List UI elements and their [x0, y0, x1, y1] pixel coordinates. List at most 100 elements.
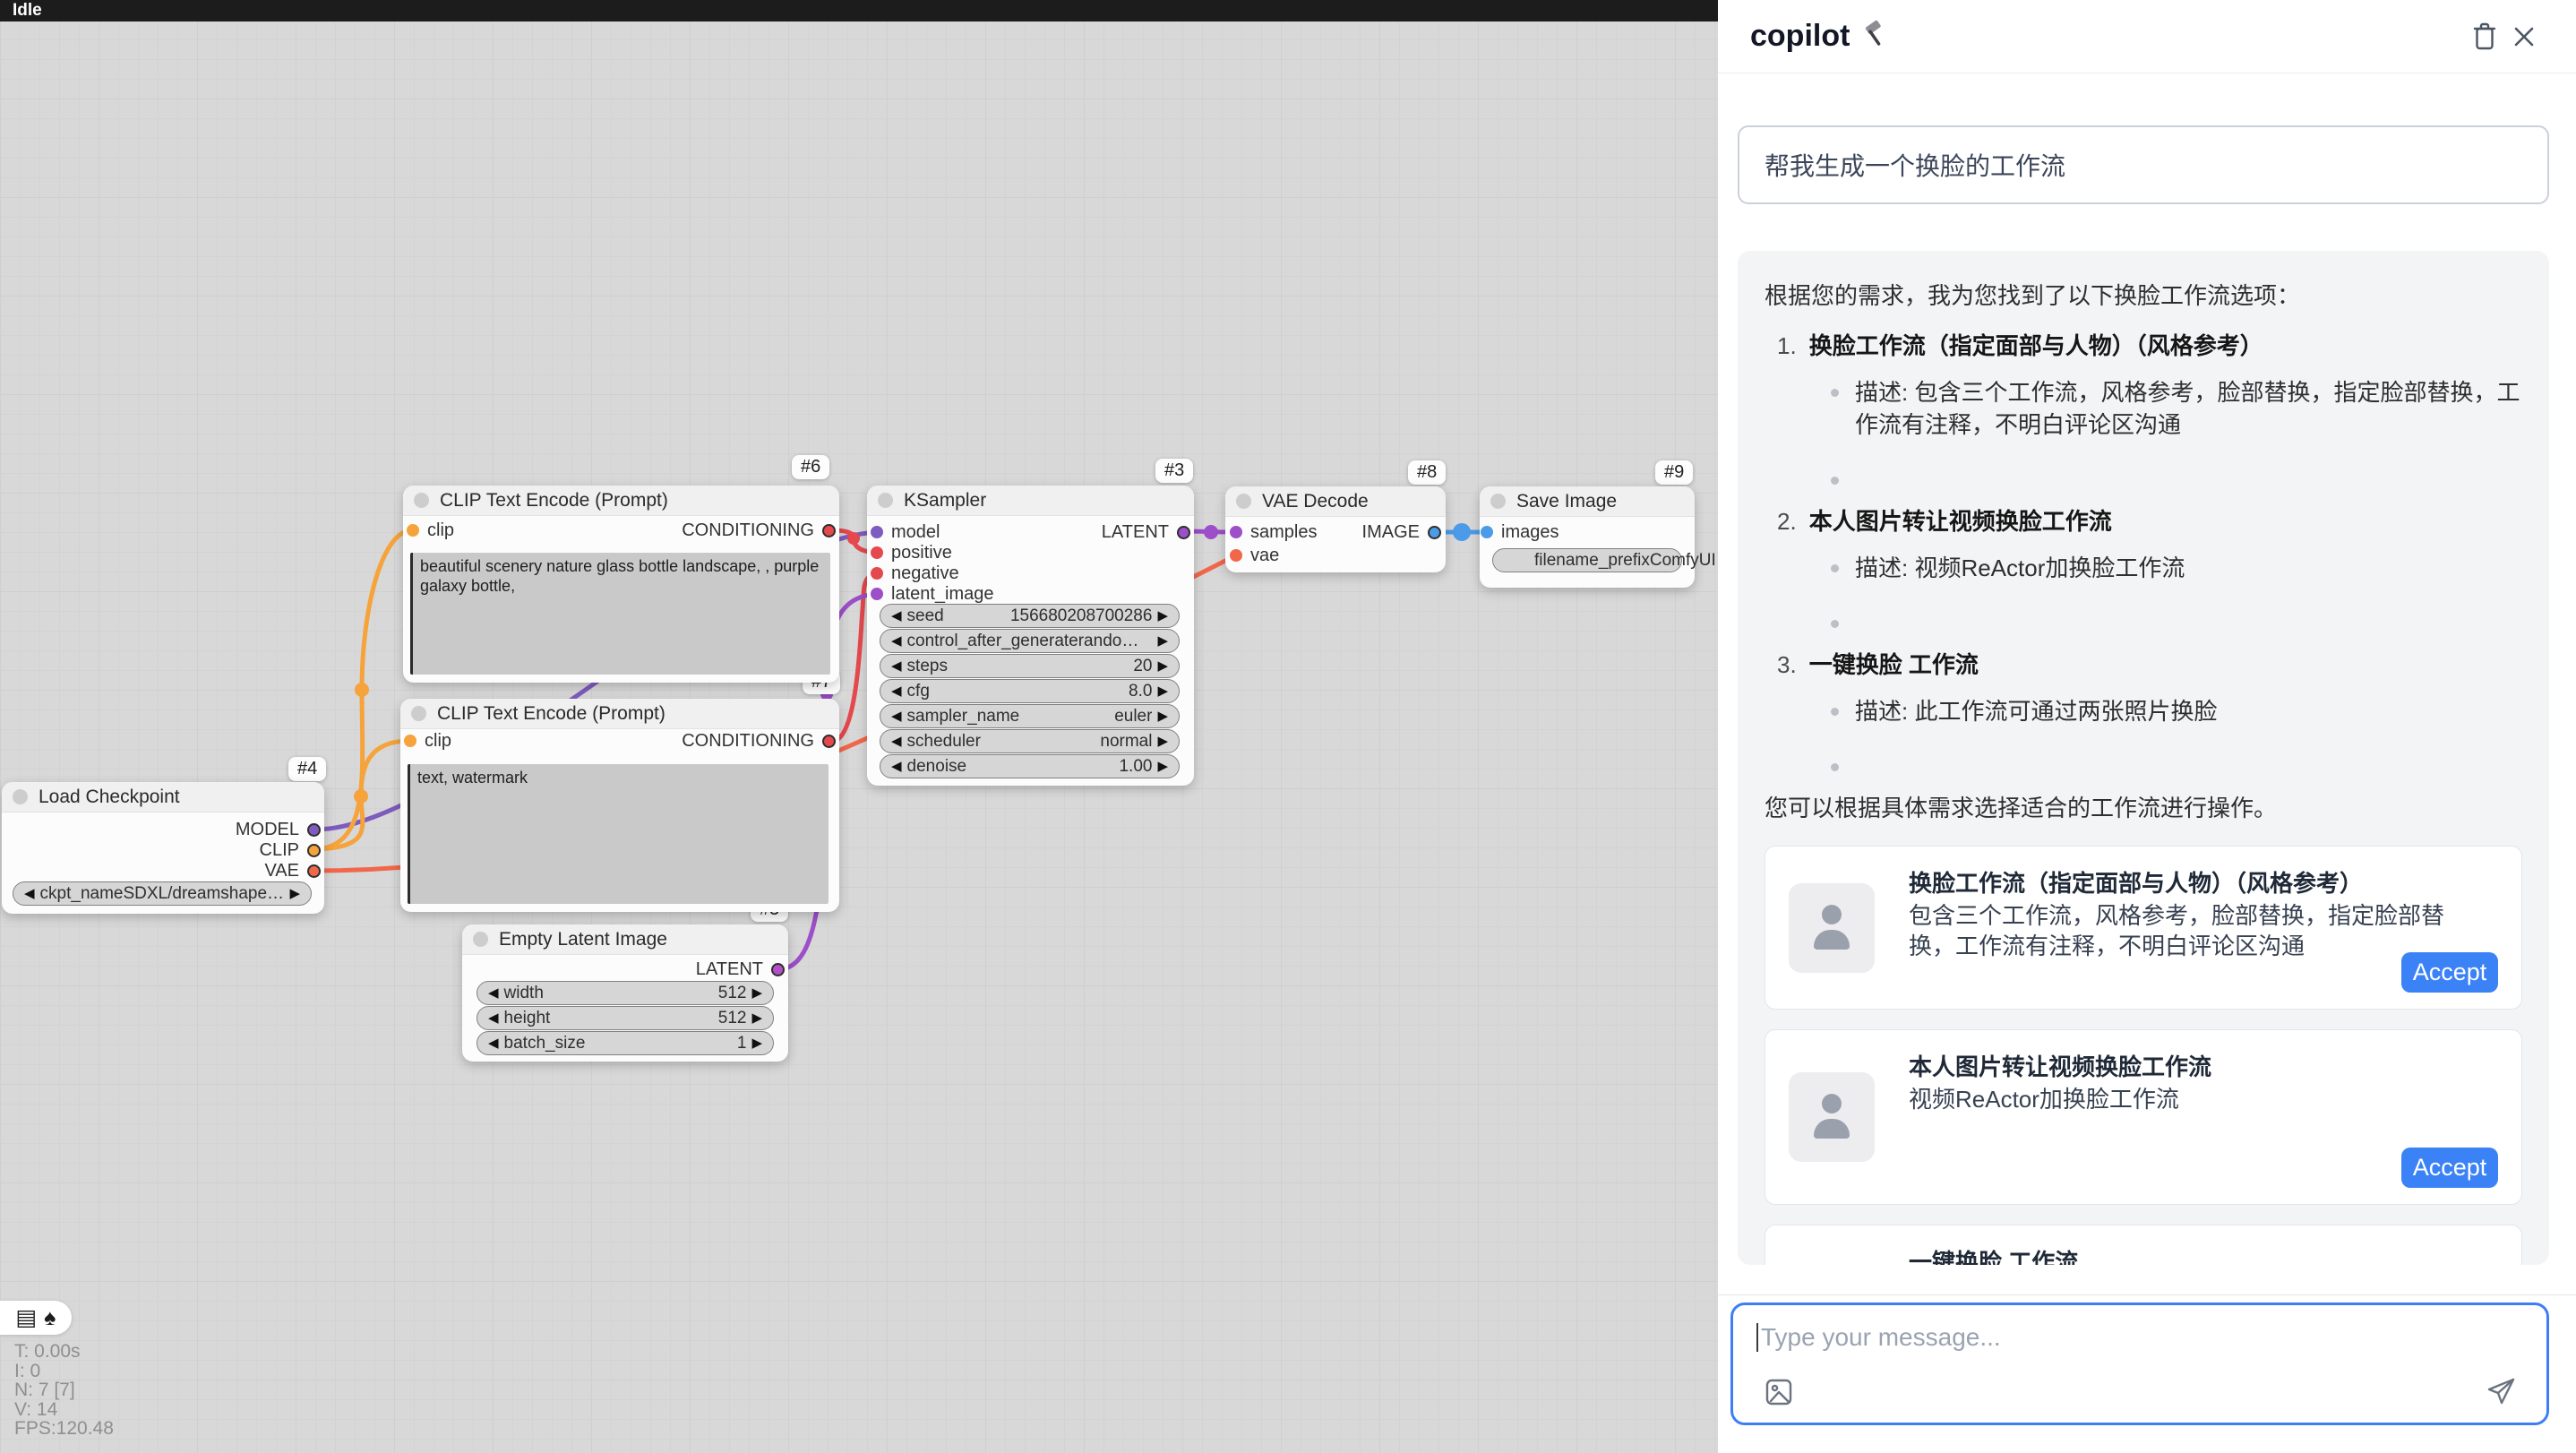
close-panel-button[interactable] [2504, 17, 2544, 56]
collapse-dot[interactable] [473, 932, 488, 947]
collapse-dot[interactable] [1490, 494, 1506, 509]
input-slot-negative[interactable]: negative [871, 563, 959, 584]
message-input[interactable]: Type your message... [1730, 1303, 2549, 1425]
node-vae-decode[interactable]: VAE Decode samples vae IMAGE [1225, 486, 1446, 572]
increment-arrow-icon[interactable] [1157, 659, 1168, 673]
collapse-dot[interactable] [13, 789, 28, 804]
output-slot-conditioning[interactable]: CONDITIONING [682, 730, 836, 752]
port-dot[interactable] [1230, 526, 1242, 538]
increment-arrow-icon[interactable] [289, 887, 300, 900]
port-dot[interactable] [407, 524, 419, 537]
accept-button[interactable]: Accept [2401, 1148, 2498, 1188]
widget-steps[interactable]: steps 20 [880, 654, 1180, 678]
widget-scheduler[interactable]: scheduler normal [880, 729, 1180, 753]
node-title-bar[interactable]: CLIP Text Encode (Prompt) [400, 699, 839, 729]
node-title-bar[interactable]: CLIP Text Encode (Prompt) [403, 486, 839, 516]
increment-arrow-icon[interactable] [1157, 735, 1168, 748]
workflow-canvas[interactable]: Idle #4 #6 #7 #3 [0, 0, 1718, 1453]
widget-height[interactable]: height 512 [477, 1006, 774, 1030]
increment-arrow-icon[interactable] [751, 1011, 762, 1025]
port-dot[interactable] [1177, 526, 1190, 539]
input-slot-latent-image[interactable]: latent_image [871, 583, 994, 605]
decrement-arrow-icon[interactable] [891, 634, 902, 648]
input-slot-model[interactable]: model [871, 521, 940, 543]
increment-arrow-icon[interactable] [1157, 709, 1168, 723]
port-dot[interactable] [307, 864, 321, 878]
input-slot-clip[interactable]: clip [404, 730, 451, 752]
prompt-textarea[interactable]: beautiful scenery nature glass bottle la… [410, 553, 830, 675]
node-title-bar[interactable]: Save Image [1480, 486, 1695, 517]
output-slot-clip[interactable]: CLIP [260, 839, 321, 861]
port-dot[interactable] [1428, 526, 1441, 539]
collapse-dot[interactable] [414, 493, 429, 508]
port-dot[interactable] [822, 524, 836, 537]
clear-chat-button[interactable] [2465, 17, 2504, 56]
input-slot-positive[interactable]: positive [871, 542, 952, 563]
output-slot-vae[interactable]: VAE [264, 860, 321, 881]
port-dot[interactable] [871, 526, 883, 538]
decrement-arrow-icon[interactable] [891, 735, 902, 748]
node-title-bar[interactable]: KSampler [867, 486, 1194, 516]
prompt-textarea[interactable]: text, watermark [408, 764, 829, 904]
port-dot[interactable] [871, 546, 883, 559]
widget-batch-size[interactable]: batch_size 1 [477, 1031, 774, 1055]
decrement-arrow-icon[interactable] [891, 659, 902, 673]
widget-filename-prefix[interactable]: filename_prefix ComfyUI [1492, 548, 1682, 572]
port-dot[interactable] [404, 735, 416, 747]
chat-scroll-area[interactable]: 帮我生成一个换脸的工作流 根据您的需求，我为您找到了以下换脸工作流选项： 1. … [1718, 73, 2576, 1294]
widget-sampler-name[interactable]: sampler_name euler [880, 704, 1180, 728]
increment-arrow-icon[interactable] [1157, 609, 1168, 623]
output-slot-conditioning[interactable]: CONDITIONING [682, 520, 836, 541]
output-slot-model[interactable]: MODEL [236, 819, 321, 840]
increment-arrow-icon[interactable] [1157, 634, 1168, 648]
decrement-arrow-icon[interactable] [24, 887, 35, 900]
node-title-bar[interactable]: Load Checkpoint [2, 782, 324, 812]
collapse-dot[interactable] [1236, 494, 1251, 509]
attach-image-button[interactable] [1764, 1377, 1794, 1412]
port-dot[interactable] [871, 567, 883, 580]
port-dot[interactable] [822, 735, 836, 748]
widget-seed[interactable]: seed 156680208700286 [880, 604, 1180, 628]
decrement-arrow-icon[interactable] [488, 1036, 499, 1050]
collapse-dot[interactable] [878, 493, 893, 508]
port-dot[interactable] [307, 844, 321, 857]
increment-arrow-icon[interactable] [751, 986, 762, 1000]
input-slot-clip[interactable]: clip [407, 520, 454, 541]
port-dot[interactable] [1230, 549, 1242, 562]
node-ksampler[interactable]: KSampler model positive negative latent_… [867, 486, 1194, 786]
node-empty-latent-image[interactable]: Empty Latent Image LATENT width 512 heig… [462, 924, 788, 1062]
widget-ckpt-name[interactable]: ckpt_name SDXL/dreamshaperXL_light... [13, 881, 312, 906]
decrement-arrow-icon[interactable] [488, 1011, 499, 1025]
output-slot-latent[interactable]: LATENT [696, 959, 785, 980]
widget-denoise[interactable]: denoise 1.00 [880, 754, 1180, 778]
node-load-checkpoint[interactable]: Load Checkpoint MODEL CLIP VAE ckpt_name… [2, 782, 324, 914]
node-clip-text-encode-positive[interactable]: CLIP Text Encode (Prompt) clip CONDITION… [403, 486, 839, 683]
decrement-arrow-icon[interactable] [891, 760, 902, 773]
output-slot-latent[interactable]: LATENT [1102, 521, 1190, 543]
accept-button[interactable]: Accept [2401, 952, 2498, 993]
widget-width[interactable]: width 512 [477, 981, 774, 1005]
decrement-arrow-icon[interactable] [891, 709, 902, 723]
canvas-toolbar[interactable]: ▤ ♠ [0, 1301, 72, 1335]
decrement-arrow-icon[interactable] [891, 609, 902, 623]
input-slot-images[interactable]: images [1481, 521, 1558, 543]
send-button[interactable] [2486, 1375, 2518, 1412]
port-dot[interactable] [771, 963, 785, 976]
decrement-arrow-icon[interactable] [488, 986, 499, 1000]
input-slot-vae[interactable]: vae [1230, 545, 1279, 566]
log-panel-icon[interactable]: ▤ [16, 1307, 38, 1329]
widget-cfg[interactable]: cfg 8.0 [880, 679, 1180, 703]
port-dot[interactable] [307, 823, 321, 837]
increment-arrow-icon[interactable] [1157, 760, 1168, 773]
node-save-image[interactable]: Save Image images filename_prefix ComfyU… [1480, 486, 1695, 588]
input-slot-samples[interactable]: samples [1230, 521, 1317, 543]
node-clip-text-encode-negative[interactable]: CLIP Text Encode (Prompt) clip CONDITION… [400, 699, 839, 912]
node-title-bar[interactable]: Empty Latent Image [462, 924, 788, 955]
port-dot[interactable] [871, 588, 883, 600]
decrement-arrow-icon[interactable] [891, 684, 902, 698]
port-dot[interactable] [1481, 526, 1493, 538]
node-title-bar[interactable]: VAE Decode [1225, 486, 1446, 517]
widget-control-after-generate[interactable]: control_after_generate randomize [880, 629, 1180, 653]
increment-arrow-icon[interactable] [1157, 684, 1168, 698]
increment-arrow-icon[interactable] [751, 1036, 762, 1050]
